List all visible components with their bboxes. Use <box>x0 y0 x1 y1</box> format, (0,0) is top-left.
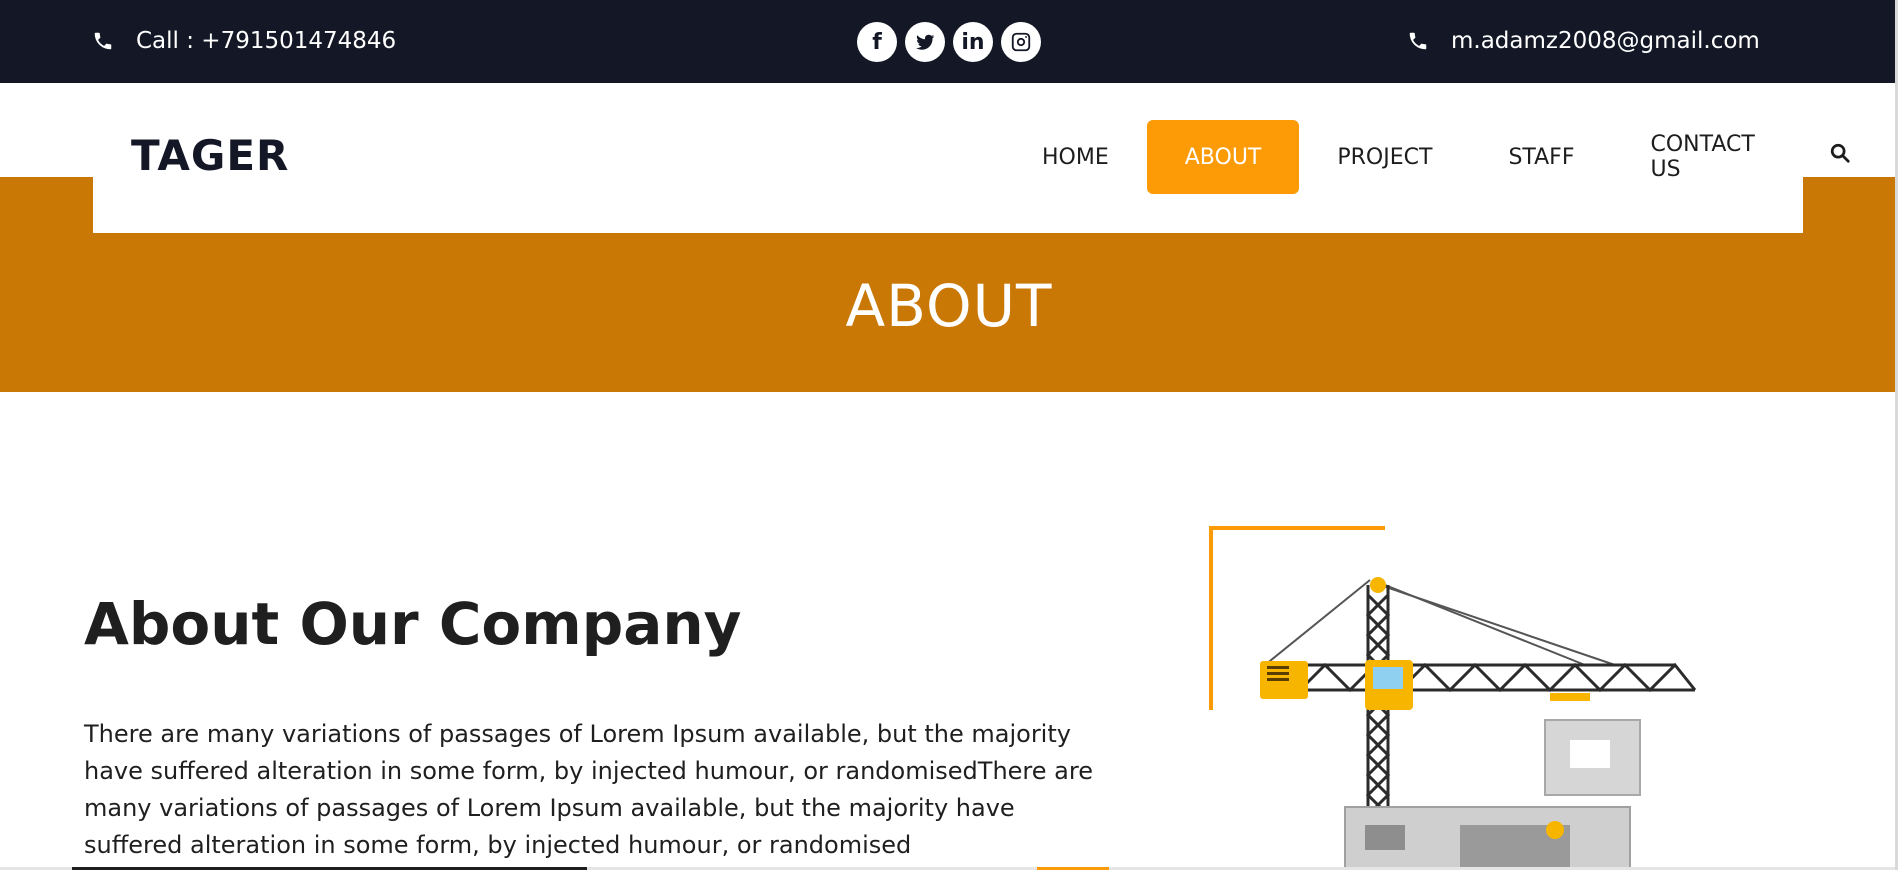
phone-icon <box>94 32 112 50</box>
instagram-icon <box>1011 32 1031 52</box>
about-heading: About Our Company <box>84 590 742 658</box>
search-icon <box>1831 143 1850 163</box>
crane-illustration <box>1209 526 1697 870</box>
nav-item-project[interactable]: PROJECT <box>1299 120 1470 194</box>
nav-item-contact-us[interactable]: CONTACT US <box>1613 120 1800 194</box>
about-paragraph: There are many variations of passages of… <box>84 720 1093 859</box>
social-links: f in <box>857 22 1041 62</box>
email-text: m.adamz2008@gmail.com <box>1451 28 1760 54</box>
facebook-link[interactable]: f <box>857 22 897 62</box>
main-header: TAGER HOME ABOUT PROJECT STAFF CONTACT U… <box>93 83 1850 233</box>
main-nav: HOME ABOUT PROJECT STAFF CONTACT US <box>1004 120 1853 194</box>
twitter-link[interactable] <box>905 22 945 62</box>
nav-item-staff[interactable]: STAFF <box>1470 120 1612 194</box>
search-button[interactable] <box>1829 142 1853 172</box>
phone-contact[interactable]: Call : +791501474846 <box>92 28 396 54</box>
instagram-link[interactable] <box>1001 22 1041 62</box>
phone-icon <box>1409 32 1427 50</box>
email-contact[interactable]: m.adamz2008@gmail.com <box>1407 28 1760 54</box>
phone-text: Call : +791501474846 <box>136 28 397 54</box>
twitter-icon <box>916 34 935 50</box>
site-logo[interactable]: TAGER <box>131 131 289 180</box>
linkedin-link[interactable]: in <box>953 22 993 62</box>
linkedin-icon: in <box>961 29 985 55</box>
top-info-bar: Call : +791501474846 f in m.adamz2008@gm… <box>0 0 1898 83</box>
page-title: ABOUT <box>845 272 1053 340</box>
nav-item-home[interactable]: HOME <box>1004 120 1147 194</box>
facebook-icon: f <box>872 29 882 55</box>
nav-item-about[interactable]: ABOUT <box>1146 120 1300 194</box>
